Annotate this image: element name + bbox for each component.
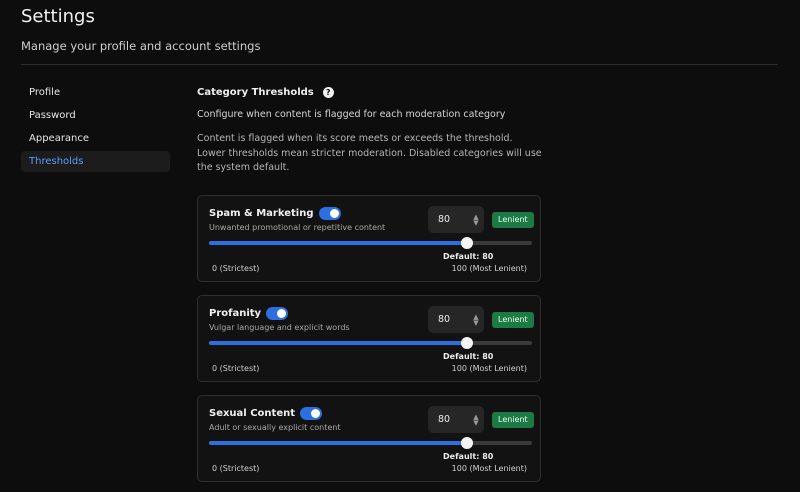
slider-min-label: 0 (Strictest) xyxy=(212,364,260,373)
stepper-arrows-icon[interactable]: ▲ ▼ xyxy=(468,213,484,226)
threshold-value[interactable]: 80 xyxy=(438,414,468,425)
threshold-value[interactable]: 80 xyxy=(438,214,468,225)
section-info: Content is flagged when its score meets … xyxy=(197,133,542,173)
threshold-stepper[interactable]: 80 ▲ ▼ xyxy=(428,306,484,333)
card-name-row: Profanity xyxy=(209,307,289,320)
stepper-arrows-icon[interactable]: ▲ ▼ xyxy=(468,313,484,326)
section-title: Category Thresholds xyxy=(197,86,314,98)
threshold-stepper[interactable]: 80 ▲ ▼ xyxy=(428,406,484,433)
slider-thumb[interactable] xyxy=(461,337,474,349)
category-card-profanity: Profanity Vulgar language and explicit w… xyxy=(197,295,541,382)
default-label: Default: 80 xyxy=(443,352,494,361)
category-toggle[interactable] xyxy=(318,207,341,220)
threshold-slider[interactable] xyxy=(209,437,532,449)
category-toggle[interactable] xyxy=(300,407,323,420)
toggle-knob xyxy=(311,409,321,418)
slider-min-label: 0 (Strictest) xyxy=(212,264,260,273)
status-badge: Lenient xyxy=(492,412,534,428)
category-card-sexual-content: Sexual Content Adult or sexually explici… xyxy=(197,395,541,482)
default-label: Default: 80 xyxy=(443,452,494,461)
card-name-row: Sexual Content xyxy=(209,407,323,420)
slider-fill xyxy=(209,241,468,245)
sidebar-item-appearance[interactable]: Appearance xyxy=(21,128,170,149)
slider-max-label: 100 (Most Lenient) xyxy=(451,264,527,273)
default-label: Default: 80 xyxy=(443,252,494,261)
slider-fill xyxy=(209,441,468,445)
page-title: Settings xyxy=(21,6,95,27)
slider-thumb[interactable] xyxy=(461,437,474,449)
threshold-slider[interactable] xyxy=(209,237,532,249)
slider-max-label: 100 (Most Lenient) xyxy=(451,464,527,473)
category-description: Unwanted promotional or repetitive conte… xyxy=(209,223,386,232)
section-title-row: Category Thresholds ? xyxy=(197,82,543,102)
category-name: Sexual Content xyxy=(209,408,296,419)
slider-max-label: 100 (Most Lenient) xyxy=(451,364,527,373)
threshold-stepper[interactable]: 80 ▲ ▼ xyxy=(428,206,484,233)
category-description: Adult or sexually explicit content xyxy=(209,423,341,432)
page-subtitle: Manage your profile and account settings xyxy=(21,39,261,53)
sidebar-item-thresholds[interactable]: Thresholds xyxy=(21,151,170,172)
thresholds-section: Category Thresholds ? Configure when con… xyxy=(197,82,543,176)
header-divider xyxy=(21,64,778,65)
card-name-row: Spam & Marketing xyxy=(209,207,341,220)
section-description: Configure when content is flagged for ea… xyxy=(197,109,506,120)
status-badge: Lenient xyxy=(492,212,534,228)
category-name: Profanity xyxy=(209,308,262,319)
slider-thumb[interactable] xyxy=(461,237,474,249)
status-badge: Lenient xyxy=(492,312,534,328)
threshold-value[interactable]: 80 xyxy=(438,314,468,325)
sidebar-item-profile[interactable]: Profile xyxy=(21,82,170,103)
toggle-knob xyxy=(329,209,339,218)
page-header: Settings Manage your profile and account… xyxy=(21,6,260,53)
category-toggle[interactable] xyxy=(266,307,289,320)
slider-fill xyxy=(209,341,468,345)
sidebar-item-password[interactable]: Password xyxy=(21,105,170,126)
stepper-arrows-icon[interactable]: ▲ ▼ xyxy=(468,413,484,426)
threshold-slider[interactable] xyxy=(209,337,532,349)
category-card-spam: Spam & Marketing Unwanted promotional or… xyxy=(197,195,541,282)
category-description: Vulgar language and explicit words xyxy=(209,323,350,332)
settings-page: Settings Manage your profile and account… xyxy=(0,0,800,492)
question-circle-icon[interactable]: ? xyxy=(322,86,334,98)
slider-min-label: 0 (Strictest) xyxy=(212,464,260,473)
settings-sidebar: Profile Password Appearance Thresholds xyxy=(21,82,170,174)
category-name: Spam & Marketing xyxy=(209,208,314,219)
toggle-knob xyxy=(277,309,287,318)
